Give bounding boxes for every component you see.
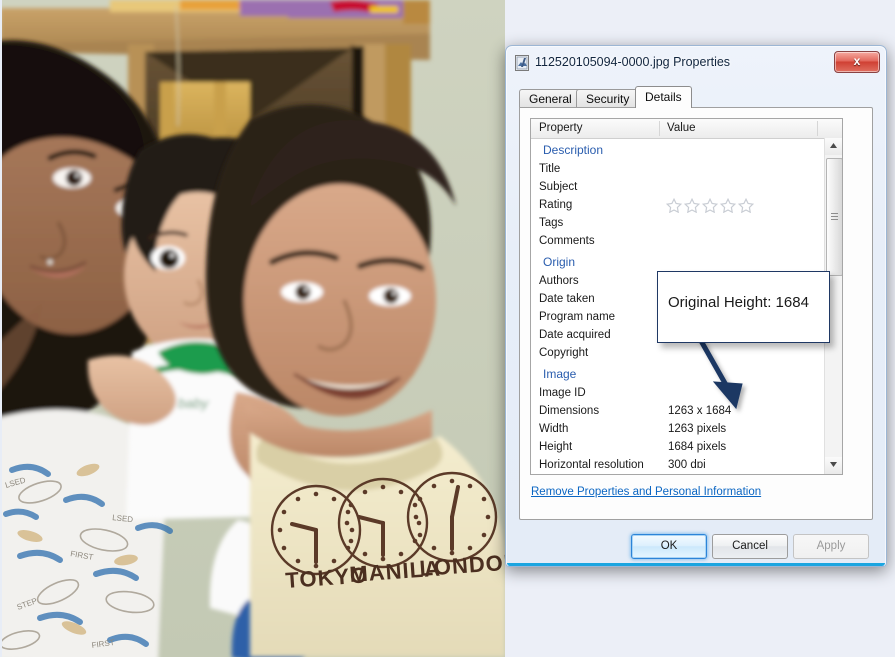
property-value: 1684 pixels	[668, 441, 727, 453]
triangle-up-icon[interactable]	[825, 138, 842, 155]
table-row[interactable]: Dimensions 1263 x 1684	[531, 402, 842, 420]
tab-details[interactable]: Details	[635, 86, 692, 108]
group-rule	[539, 262, 836, 263]
table-row[interactable]: Copyright	[531, 344, 842, 362]
image-file-icon	[515, 55, 529, 71]
property-value: 1263 pixels	[668, 423, 727, 435]
column-divider-1[interactable]	[659, 121, 660, 136]
annotation-text: Original Height: 1684	[668, 294, 809, 311]
remove-properties-link[interactable]: Remove Properties and Personal Informati…	[531, 486, 761, 498]
cancel-button[interactable]: Cancel	[712, 534, 788, 559]
svg-text:baby: baby	[178, 395, 209, 411]
group-heading-image: Image	[539, 366, 836, 382]
group-label: Description	[543, 142, 609, 158]
annotation-arrow-icon	[693, 330, 743, 410]
table-row[interactable]: Subject	[531, 178, 842, 196]
close-icon[interactable]: x	[834, 51, 880, 73]
column-divider-2[interactable]	[817, 121, 818, 136]
tab-security[interactable]: Security	[576, 89, 640, 108]
group-heading-origin: Origin	[539, 254, 836, 270]
photo-artwork: baby LSED FIRST STEP LSED FIRST TOKYO MA…	[0, 0, 505, 657]
property-name: Dimensions	[539, 405, 600, 417]
property-name: Horizontal resolution	[539, 459, 644, 468]
ok-button[interactable]: OK	[631, 534, 707, 559]
dialog-title-bar[interactable]: 112520105094-0000.jpg Properties x	[506, 46, 886, 79]
group-rule	[539, 374, 836, 375]
column-header-property[interactable]: Property	[539, 121, 582, 136]
table-row[interactable]: Width 1263 pixels	[531, 420, 842, 438]
property-name: Date taken	[539, 293, 595, 305]
table-row[interactable]: Horizontal resolution 300 dpi	[531, 456, 842, 468]
table-row[interactable]: Tags	[531, 214, 842, 232]
table-row[interactable]: Title	[531, 160, 842, 178]
annotation-callout: Original Height: 1684	[657, 271, 830, 343]
property-value: 300 dpi	[668, 459, 706, 468]
property-list-header: Property Value	[531, 119, 842, 139]
dialog-title: 112520105094-0000.jpg Properties	[535, 55, 731, 69]
property-name: Authors	[539, 275, 579, 287]
close-button-label: x	[853, 54, 861, 68]
tab-general[interactable]: General	[519, 89, 582, 108]
rating-stars[interactable]	[665, 197, 757, 213]
property-name: Program name	[539, 311, 616, 323]
property-name: Subject	[539, 181, 578, 193]
group-label: Origin	[543, 254, 581, 270]
triangle-down-icon[interactable]	[825, 457, 842, 474]
group-label: Image	[543, 366, 582, 382]
property-name: Image ID	[539, 387, 586, 399]
property-name: Comments	[539, 235, 595, 247]
property-name: Width	[539, 423, 569, 435]
scrollbar-grip-icon	[831, 213, 838, 220]
column-header-value[interactable]: Value	[667, 121, 696, 136]
table-row[interactable]: Comments	[531, 232, 842, 250]
property-name: Tags	[539, 217, 564, 229]
table-row[interactable]: Height 1684 pixels	[531, 438, 842, 456]
property-name: Rating	[539, 199, 573, 211]
property-name: Copyright	[539, 347, 589, 359]
family-photo: baby LSED FIRST STEP LSED FIRST TOKYO MA…	[0, 0, 505, 657]
table-row[interactable]: Rating	[531, 196, 842, 214]
scrollbar-thumb[interactable]	[826, 158, 842, 276]
property-name: Height	[539, 441, 573, 453]
table-row[interactable]: Image ID	[531, 384, 842, 402]
property-name: Date acquired	[539, 329, 611, 341]
apply-button[interactable]: Apply	[793, 534, 869, 559]
group-heading-description: Description	[539, 142, 836, 158]
property-name: Title	[539, 163, 561, 175]
